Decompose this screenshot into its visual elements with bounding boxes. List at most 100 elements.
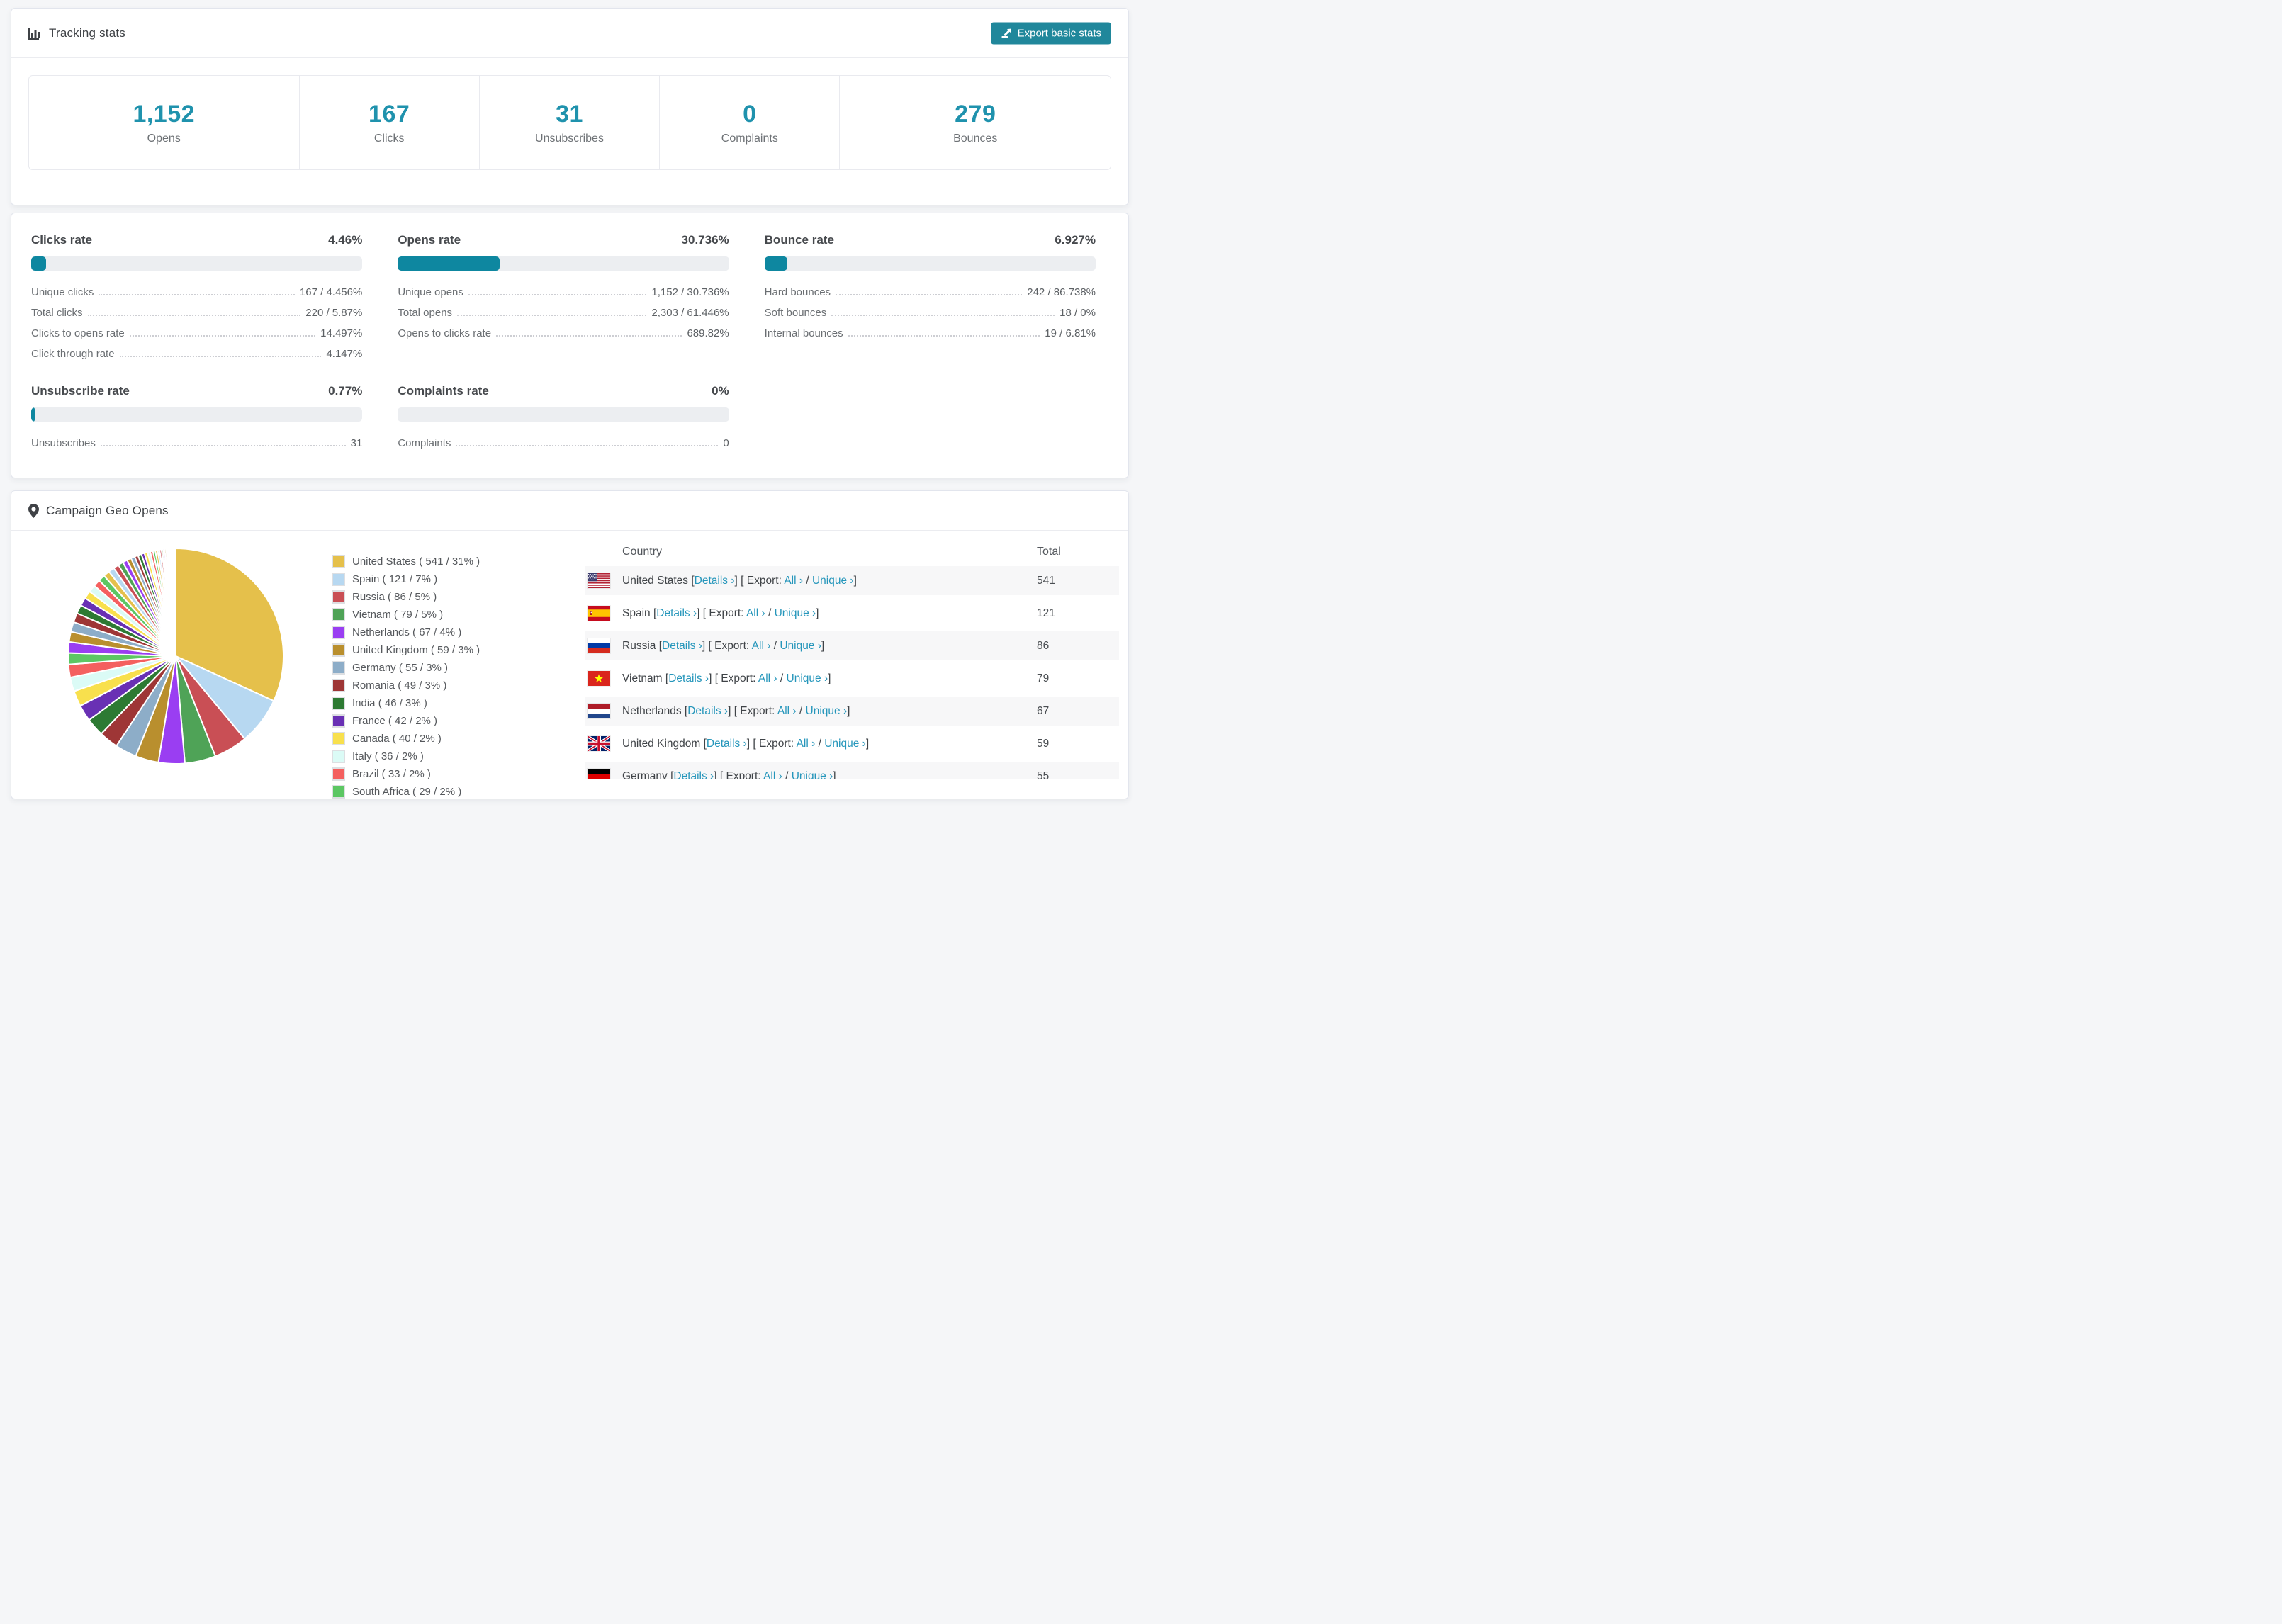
rate-percent: 0% [712,384,729,397]
bracket: ] [709,672,712,684]
export-all-link[interactable]: All › [777,705,797,717]
legend-label: Canada ( 40 / 2% ) [352,733,442,745]
geo-pie-chart[interactable] [66,546,286,766]
bracket: ] [828,672,831,684]
geo-content: United States ( 541 / 31% ) Spain ( 121 … [11,531,1128,799]
legend-label: Germany ( 55 / 3% ) [352,662,449,674]
legend-item: Russia ( 86 / 5% ) [332,590,480,604]
tracking-stats-header: Tracking stats Export basic stats [11,9,1128,58]
export-unique-link[interactable]: Unique › [775,607,816,619]
stat-value: 1,152 [133,100,196,128]
bracket: ] [702,639,706,652]
rate-metric-row: Hard bounces 242 / 86.738% [765,286,1096,298]
rates-card: Clicks rate 4.46% Unique clicks 167 / 4.… [11,213,1129,478]
export-prefix: Export: [743,574,785,587]
total-opens-value: 86 [1037,639,1050,652]
metric-label: Hard bounces [764,286,831,298]
page-title: Tracking stats [49,26,125,40]
legend-label: Russia ( 86 / 5% ) [352,591,437,603]
metric-label: Internal bounces [764,327,843,339]
rate-metric-row: Opens to clicks rate 689.82% [398,327,729,339]
rate-percent: 30.736% [681,233,729,247]
map-pin-icon [28,503,39,518]
bracket: ] [821,639,825,652]
dotted-leader [836,294,1023,295]
rate-metric-row: Clicks to opens rate 14.497% [31,327,362,339]
metric-value: 14.497% [320,327,363,339]
export-unique-link[interactable]: Unique › [806,705,848,717]
legend-label: Netherlands ( 67 / 4% ) [352,626,462,638]
export-all-link[interactable]: All › [763,770,782,779]
slash: / [818,737,825,750]
dotted-leader [457,315,647,316]
details-link[interactable]: Details › [695,575,735,587]
export-prefix: Export: [711,639,752,652]
legend-item: France ( 42 / 2% ) [332,714,480,728]
rate-metric-row: Internal bounces 19 / 6.81% [765,327,1096,339]
export-all-link[interactable]: All › [784,575,803,587]
legend-color-swatch [332,573,345,586]
dotted-leader [468,294,647,295]
details-link[interactable]: Details › [673,770,714,779]
progress-bar [31,256,363,271]
legend-label: Italy ( 36 / 2% ) [352,750,424,762]
export-all-link[interactable]: All › [746,607,765,619]
rate-percent: 6.927% [1055,233,1096,247]
export-unique-link[interactable]: Unique › [812,575,854,587]
bracket: ] [865,737,870,750]
bracket: ] [746,737,751,750]
rate-panel: Opens rate 30.736% Unique opens 1,152 / … [398,233,741,368]
export-all-link[interactable]: All › [797,738,816,750]
export-button-label: Export basic stats [1017,27,1101,39]
export-basic-stats-button[interactable]: Export basic stats [990,22,1111,44]
export-unique-link[interactable]: Unique › [780,640,821,652]
metric-value: 1,152 / 30.736% [651,286,729,298]
metric-value: 167 / 4.456% [299,286,363,298]
table-row: Netherlands [Details ›] [ Export: All › … [585,697,1119,726]
rate-title: Bounce rate [764,233,834,247]
metric-label: Total clicks [31,307,83,319]
details-link[interactable]: Details › [668,672,709,684]
export-unique-link[interactable]: Unique › [824,738,866,750]
export-unique-link[interactable]: Unique › [787,672,828,684]
export-all-link[interactable]: All › [758,672,777,684]
slash: / [780,672,787,684]
column-header-total: Total [1037,546,1061,558]
legend-color-swatch [332,732,345,745]
details-link[interactable]: Details › [662,640,702,652]
export-prefix: Export: [723,769,764,779]
metric-label: Unique clicks [31,286,94,298]
stat-value: 167 [369,100,410,128]
bracket: ] [697,607,700,619]
dotted-leader [99,294,295,295]
stat-label: Complaints [721,132,778,145]
legend-item: United States ( 541 / 31% ) [332,555,480,568]
export-unique-link[interactable]: Unique › [792,770,833,779]
rate-metric-row: Unique clicks 167 / 4.456% [31,286,362,298]
geo-legend: United States ( 541 / 31% ) Spain ( 121 … [332,555,480,799]
bracket: ] [734,574,738,587]
details-link[interactable]: Details › [687,705,728,717]
metric-value: 31 [350,437,363,449]
export-prefix: Export: [737,704,777,717]
dotted-leader [848,335,1040,337]
export-all-link[interactable]: All › [752,640,771,652]
bracket: ] [714,769,717,779]
rate-metric-row: Soft bounces 18 / 0% [765,307,1096,319]
metric-label: Unsubscribes [31,437,96,449]
bar-chart-icon [28,27,42,40]
total-opens-value: 67 [1037,704,1050,717]
details-link[interactable]: Details › [707,738,747,750]
dotted-leader [87,315,301,316]
progress-bar-fill [31,407,35,422]
rate-title: Clicks rate [31,233,92,247]
stat-label: Unsubscribes [535,132,604,145]
table-row: Vietnam [Details ›] [ Export: All › / Un… [585,664,1119,693]
pie-slice[interactable] [174,547,176,657]
legend-color-swatch [332,643,345,657]
rate-metric-row: Total opens 2,303 / 61.446% [398,307,729,319]
country-name: Germany [622,769,671,779]
slash: / [799,704,806,717]
metric-label: Complaints [398,437,451,449]
details-link[interactable]: Details › [656,607,697,619]
